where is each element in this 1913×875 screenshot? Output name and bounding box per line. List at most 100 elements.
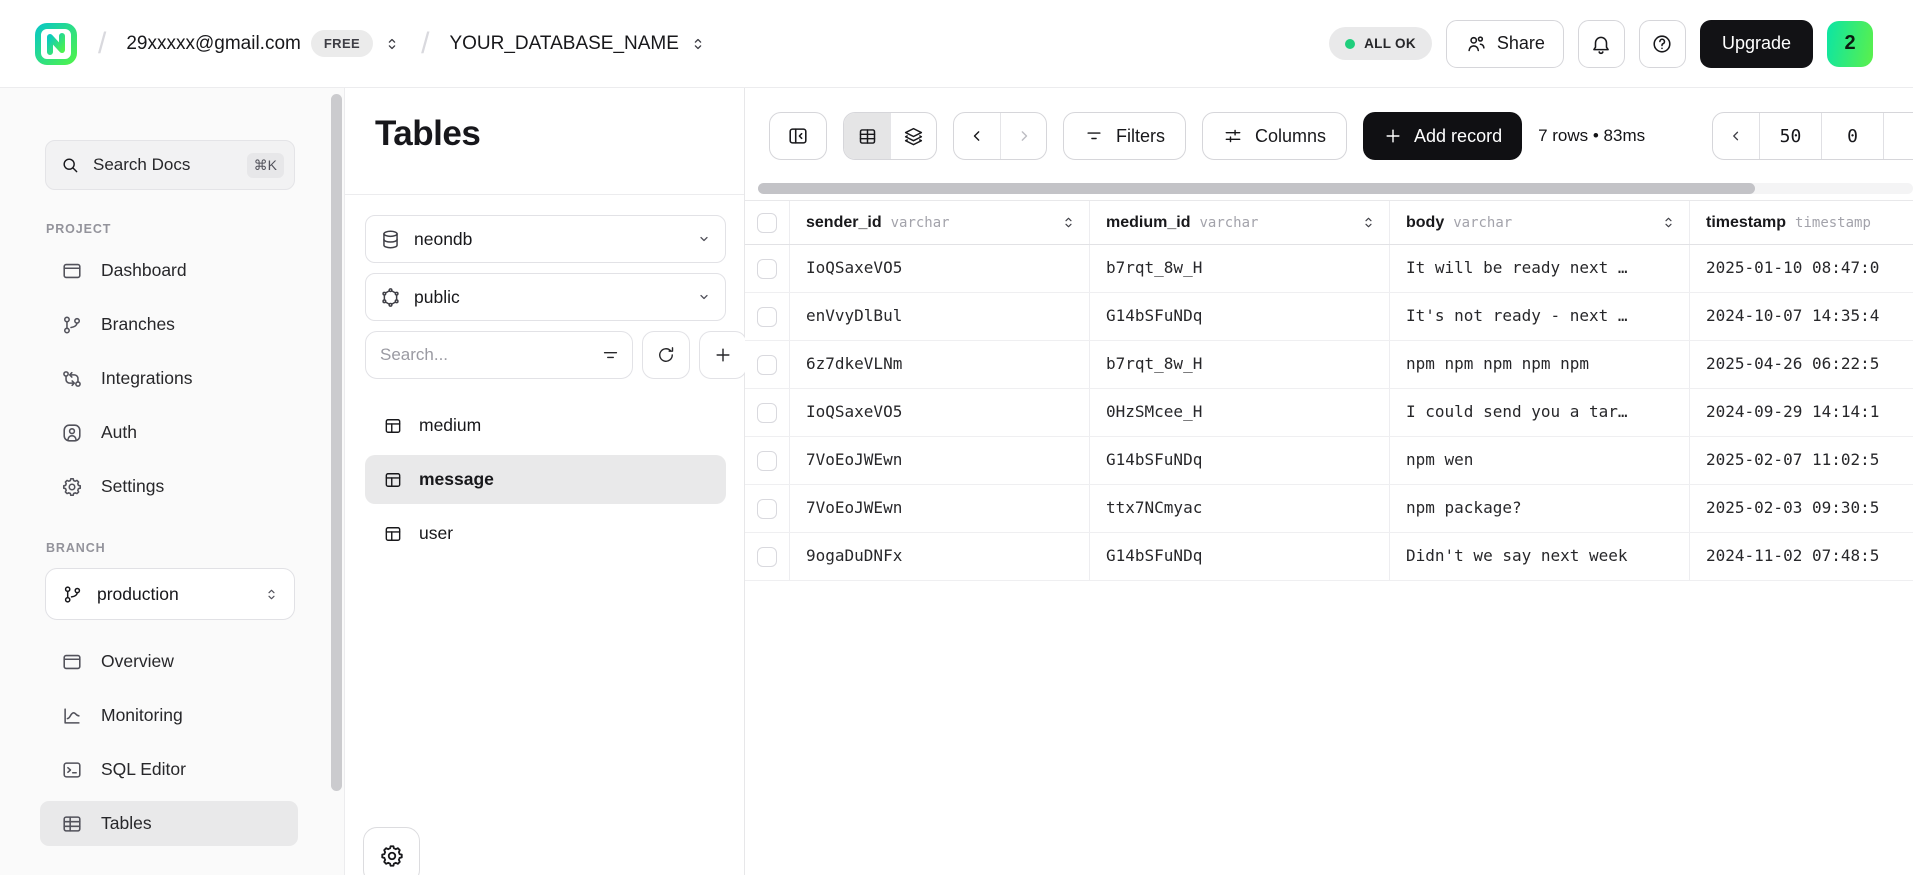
sidebar-item-sql-editor[interactable]: SQL Editor <box>40 747 298 792</box>
sidebar-item-monitoring[interactable]: Monitoring <box>40 693 298 738</box>
upgrade-button[interactable]: Upgrade <box>1700 20 1813 68</box>
cell-body[interactable]: It's not ready - next … <box>1390 293 1690 340</box>
notification-count-badge[interactable]: 2 <box>1827 21 1873 67</box>
forward-button[interactable] <box>1000 113 1046 159</box>
cell-body[interactable]: npm wen <box>1390 437 1690 484</box>
cell-medium-id[interactable]: ttx7NCmyac <box>1090 485 1390 532</box>
layers-view-button[interactable] <box>890 113 936 159</box>
help-button[interactable] <box>1639 20 1686 68</box>
page-prev-button[interactable] <box>1713 113 1759 159</box>
cell-medium-id[interactable]: G14bSFuNDq <box>1090 533 1390 580</box>
cell-medium-id[interactable]: G14bSFuNDq <box>1090 437 1390 484</box>
account-selector[interactable]: 29xxxxx@gmail.com FREE <box>126 30 401 57</box>
sidebar-item-auth[interactable]: Auth <box>40 410 298 455</box>
table-row[interactable]: 7VoEoJWEwn G14bSFuNDq npm wen 2025-02-07… <box>745 437 1913 485</box>
table-row[interactable]: IoQSaxeVO5 0HzSMcee_H I could send you a… <box>745 389 1913 437</box>
column-header-body[interactable]: body varchar <box>1390 201 1690 244</box>
row-checkbox[interactable] <box>757 547 777 567</box>
table-row[interactable]: 6z7dkeVLNm b7rqt_8w_H npm npm npm npm np… <box>745 341 1913 389</box>
collapse-panel-button[interactable] <box>769 112 827 160</box>
pagination-cut-cell[interactable] <box>1883 113 1913 159</box>
user-square-icon <box>61 422 83 444</box>
cell-timestamp[interactable]: 2024-11-02 07:48:5 <box>1690 533 1913 580</box>
row-checkbox[interactable] <box>757 259 777 279</box>
add-table-button[interactable] <box>699 331 747 379</box>
cell-sender-id[interactable]: 6z7dkeVLNm <box>790 341 1090 388</box>
sort-icon[interactable] <box>1360 214 1377 231</box>
grid-view-button[interactable] <box>844 113 890 159</box>
table-search-input[interactable] <box>380 345 601 365</box>
column-header-sender-id[interactable]: sender_id varchar <box>790 201 1090 244</box>
database-select[interactable]: neondb <box>365 215 726 263</box>
cell-medium-id[interactable]: 0HzSMcee_H <box>1090 389 1390 436</box>
sidebar-item-label: Settings <box>101 476 164 497</box>
cell-body[interactable]: Didn't we say next week <box>1390 533 1690 580</box>
status-pill[interactable]: ALL OK <box>1329 27 1432 60</box>
select-all-checkbox[interactable] <box>757 213 777 233</box>
sidebar-item-dashboard[interactable]: Dashboard <box>40 248 298 293</box>
share-button[interactable]: Share <box>1446 20 1564 68</box>
scrollbar-thumb[interactable] <box>758 183 1755 194</box>
table-row[interactable]: 9ogaDuDNFx G14bSFuNDq Didn't we say next… <box>745 533 1913 581</box>
row-checkbox[interactable] <box>757 451 777 471</box>
column-header-medium-id[interactable]: medium_id varchar <box>1090 201 1390 244</box>
neon-logo[interactable] <box>34 22 78 66</box>
panel-settings-button[interactable] <box>363 827 420 875</box>
cell-medium-id[interactable]: b7rqt_8w_H <box>1090 245 1390 292</box>
share-label: Share <box>1497 33 1545 54</box>
cell-body[interactable]: npm npm npm npm npm <box>1390 341 1690 388</box>
sidebar-scrollbar[interactable] <box>331 94 342 791</box>
branch-selector[interactable]: production <box>45 568 295 620</box>
cell-body[interactable]: It will be ready next … <box>1390 245 1690 292</box>
cell-sender-id[interactable]: IoQSaxeVO5 <box>790 389 1090 436</box>
row-checkbox[interactable] <box>757 355 777 375</box>
page-offset-field[interactable]: 0 <box>1821 113 1883 159</box>
column-header-timestamp[interactable]: timestamp timestamp <box>1690 201 1913 244</box>
table-row[interactable]: enVvyDlBul G14bSFuNDq It's not ready - n… <box>745 293 1913 341</box>
schema-select[interactable]: public <box>365 273 726 321</box>
cell-sender-id[interactable]: 7VoEoJWEwn <box>790 437 1090 484</box>
sort-icon[interactable] <box>1660 214 1677 231</box>
filters-button[interactable]: Filters <box>1063 112 1186 160</box>
refresh-button[interactable] <box>642 331 690 379</box>
table-row[interactable]: IoQSaxeVO5 b7rqt_8w_H It will be ready n… <box>745 245 1913 293</box>
page-size-field[interactable]: 50 <box>1759 113 1821 159</box>
row-checkbox[interactable] <box>757 499 777 519</box>
row-checkbox[interactable] <box>757 403 777 423</box>
cell-medium-id[interactable]: G14bSFuNDq <box>1090 293 1390 340</box>
notifications-button[interactable] <box>1578 20 1625 68</box>
table-list-item-medium[interactable]: medium <box>365 401 726 450</box>
cell-timestamp[interactable]: 2025-04-26 06:22:5 <box>1690 341 1913 388</box>
cell-sender-id[interactable]: IoQSaxeVO5 <box>790 245 1090 292</box>
sort-icon[interactable] <box>1060 214 1077 231</box>
cell-body[interactable]: I could send you a tar… <box>1390 389 1690 436</box>
back-button[interactable] <box>954 113 1000 159</box>
cell-medium-id[interactable]: b7rqt_8w_H <box>1090 341 1390 388</box>
schema-select-value: public <box>414 287 460 308</box>
row-checkbox[interactable] <box>757 307 777 327</box>
cell-timestamp[interactable]: 2024-09-29 14:14:1 <box>1690 389 1913 436</box>
filter-lines-icon[interactable] <box>601 346 620 365</box>
branch-nav: Overview Monitoring SQL Editor <box>0 639 344 846</box>
cell-timestamp[interactable]: 2024-10-07 14:35:4 <box>1690 293 1913 340</box>
sidebar-item-integrations[interactable]: Integrations <box>40 356 298 401</box>
table-row[interactable]: 7VoEoJWEwn ttx7NCmyac npm package? 2025-… <box>745 485 1913 533</box>
sidebar-item-branches[interactable]: Branches <box>40 302 298 347</box>
cell-sender-id[interactable]: enVvyDlBul <box>790 293 1090 340</box>
database-selector[interactable]: YOUR_DATABASE_NAME <box>449 33 706 55</box>
cell-sender-id[interactable]: 7VoEoJWEwn <box>790 485 1090 532</box>
sidebar-item-tables[interactable]: Tables <box>40 801 298 846</box>
users-icon <box>1465 33 1487 55</box>
sidebar-item-overview[interactable]: Overview <box>40 639 298 684</box>
cell-body[interactable]: npm package? <box>1390 485 1690 532</box>
cell-timestamp[interactable]: 2025-02-03 09:30:5 <box>1690 485 1913 532</box>
cell-sender-id[interactable]: 9ogaDuDNFx <box>790 533 1090 580</box>
search-docs-button[interactable]: Search Docs ⌘K <box>45 140 295 190</box>
columns-button[interactable]: Columns <box>1202 112 1347 160</box>
table-list-item-message[interactable]: message <box>365 455 726 504</box>
table-list-item-user[interactable]: user <box>365 509 726 558</box>
cell-timestamp[interactable]: 2025-02-07 11:02:5 <box>1690 437 1913 484</box>
sidebar-item-settings[interactable]: Settings <box>40 464 298 509</box>
cell-timestamp[interactable]: 2025-01-10 08:47:0 <box>1690 245 1913 292</box>
add-record-button[interactable]: Add record <box>1363 112 1522 160</box>
